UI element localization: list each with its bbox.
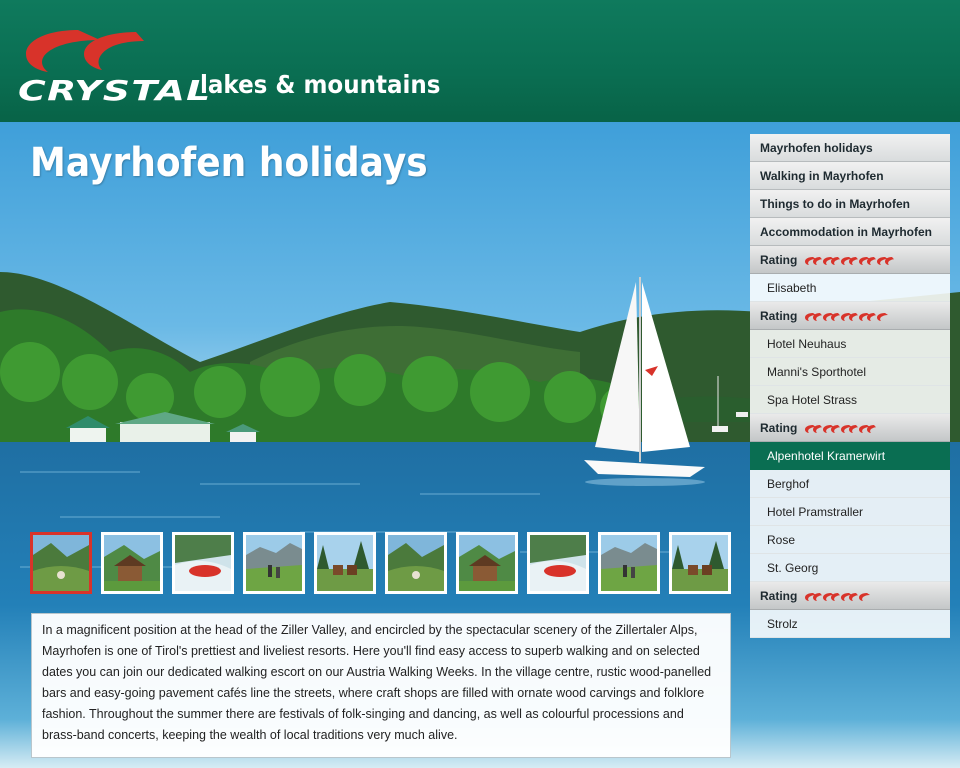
thumbnail-3[interactable]	[172, 532, 234, 594]
resort-description: In a magnificent position at the head of…	[31, 613, 731, 758]
crystal-swoosh-icon	[26, 30, 144, 72]
thumbnail-4[interactable]	[243, 532, 305, 594]
thumbnail-rafting-image	[175, 535, 231, 591]
crystal-mark	[823, 313, 841, 321]
brand-tagline: lakes & mountains	[200, 70, 441, 99]
crystal-rating-icon	[805, 304, 895, 329]
thumbnail-8[interactable]	[527, 532, 589, 594]
nav-link-things-to-do[interactable]: Things to do in Mayrhofen	[750, 190, 950, 218]
crystal-rating-icon	[805, 584, 877, 609]
thumbnail-10[interactable]	[669, 532, 731, 594]
rating-label: Rating	[760, 421, 798, 435]
crystal-mark	[805, 257, 823, 265]
thumbnail-hikers-image	[601, 535, 657, 591]
hotel-link[interactable]: Hotel Pramstraller	[750, 498, 950, 526]
thumbnail-6[interactable]	[385, 532, 447, 594]
crystal-mark	[859, 593, 871, 601]
brand-name: CRYSTAL	[18, 74, 212, 107]
hotel-link[interactable]: Manni's Sporthotel	[750, 358, 950, 386]
hotel-link[interactable]: Strolz	[750, 610, 950, 638]
thumbnail-hikers-image	[246, 535, 302, 591]
thumbnail-7[interactable]	[456, 532, 518, 594]
hotel-link[interactable]: Hotel Neuhaus	[750, 330, 950, 358]
nav-link-mayrhofen-holidays[interactable]: Mayrhofen holidays	[750, 134, 950, 162]
thumbnail-rafting-image	[530, 535, 586, 591]
crystal-logo[interactable]: CRYSTAL	[18, 28, 210, 107]
thumbnail-2[interactable]	[101, 532, 163, 594]
hotel-link[interactable]: Spa Hotel Strass	[750, 386, 950, 414]
thumbnail-chalet-image	[104, 535, 160, 591]
rating-header: Rating	[750, 302, 950, 330]
crystal-mark	[841, 593, 859, 601]
rating-label: Rating	[760, 309, 798, 323]
crystal-mark	[823, 257, 841, 265]
crystal-rating-icon	[805, 248, 895, 273]
nav-link-walking[interactable]: Walking in Mayrhofen	[750, 162, 950, 190]
thumbnail-riders-image	[317, 535, 373, 591]
crystal-mark	[823, 425, 841, 433]
crystal-mark	[805, 593, 823, 601]
hotel-link[interactable]: Berghof	[750, 470, 950, 498]
crystal-mark	[859, 425, 877, 433]
crystal-mark	[877, 313, 889, 321]
hotel-link[interactable]: Rose	[750, 526, 950, 554]
site-header: CRYSTAL lakes & mountains	[0, 0, 960, 122]
crystal-mark	[841, 425, 859, 433]
crystal-mark	[859, 313, 877, 321]
thumbnail-5[interactable]	[314, 532, 376, 594]
crystal-mark	[877, 257, 895, 265]
thumbnail-riders-image	[672, 535, 728, 591]
hotel-link[interactable]: Elisabeth	[750, 274, 950, 302]
crystal-mark	[823, 593, 841, 601]
crystal-mark	[805, 313, 823, 321]
page-title: Mayrhofen holidays	[30, 140, 428, 186]
rating-header: Rating	[750, 246, 950, 274]
thumbnail-chalet-image	[459, 535, 515, 591]
rating-label: Rating	[760, 589, 798, 603]
hotel-link[interactable]: St. Georg	[750, 554, 950, 582]
thumbnail-9[interactable]	[598, 532, 660, 594]
rating-label: Rating	[760, 253, 798, 267]
nav-link-accommodation[interactable]: Accommodation in Mayrhofen	[750, 218, 950, 246]
thumbnail-valley-image	[388, 535, 444, 591]
resort-nav: Mayrhofen holidays Walking in Mayrhofen …	[750, 134, 950, 638]
thumbnail-1[interactable]	[30, 532, 92, 594]
crystal-rating-icon	[805, 416, 877, 441]
crystal-mark	[841, 257, 859, 265]
crystal-mark	[859, 257, 877, 265]
hotel-link-selected[interactable]: Alpenhotel Kramerwirt	[750, 442, 950, 470]
rating-header: Rating	[750, 414, 950, 442]
rating-header: Rating	[750, 582, 950, 610]
thumbnail-valley-image	[33, 535, 89, 591]
crystal-mark	[841, 313, 859, 321]
crystal-mark	[805, 425, 823, 433]
